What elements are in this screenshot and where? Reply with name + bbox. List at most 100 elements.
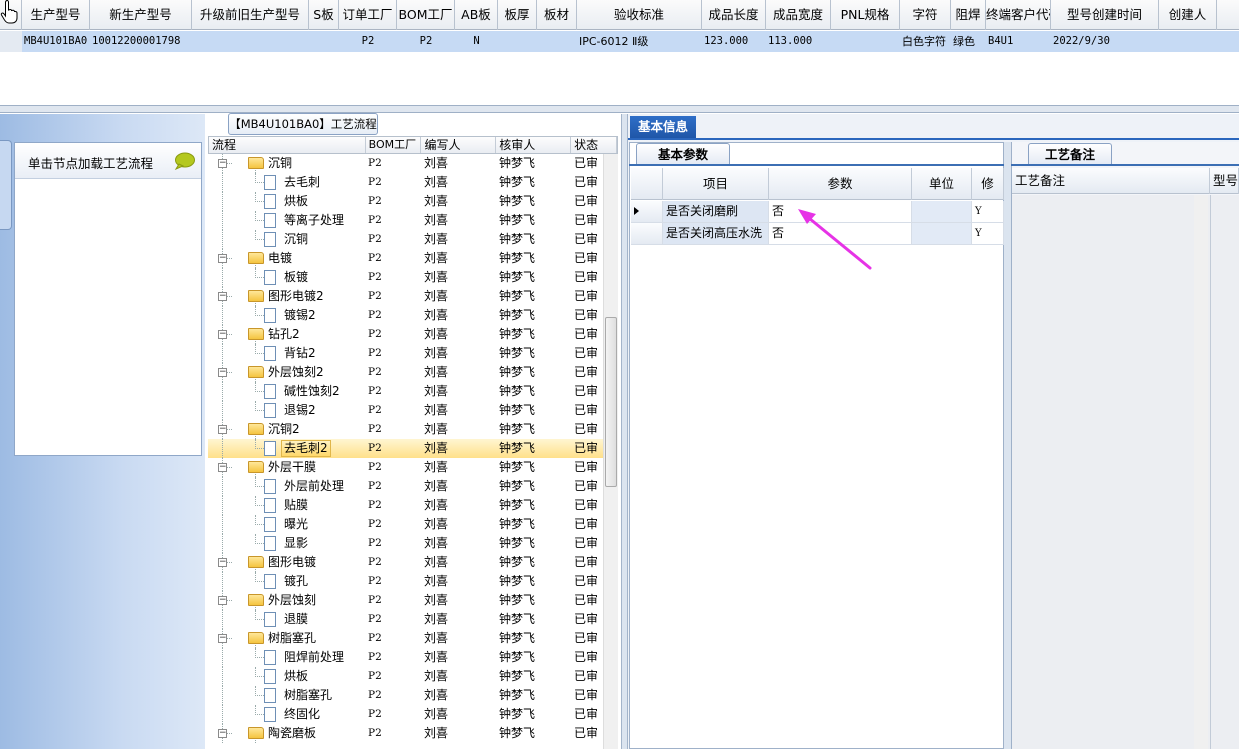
tree-node-cell[interactable]: − 图形电镀2: [208, 287, 365, 306]
horizontal-splitter[interactable]: [0, 105, 1239, 113]
tree-step-row[interactable]: 贴膜 P2 刘喜 钟梦飞 已审: [208, 496, 603, 515]
params-splitter[interactable]: [1004, 142, 1011, 749]
notes-grid-body[interactable]: [1012, 195, 1210, 749]
column-header[interactable]: 阻焊: [951, 0, 986, 30]
tree-node-label[interactable]: 树脂塞孔: [265, 630, 319, 647]
tree-node-label[interactable]: 镀孔: [281, 573, 311, 590]
tree-node-cell[interactable]: 镀孔: [208, 572, 365, 591]
notes-column-header[interactable]: 工艺备注: [1012, 168, 1210, 194]
tree-node-cell[interactable]: − 树脂塞孔: [208, 629, 365, 648]
tree-node-label[interactable]: 沉铜2: [265, 421, 303, 438]
tree-step-row[interactable]: 烘板 P2 刘喜 钟梦飞 已审: [208, 192, 603, 211]
expand-toggle-icon[interactable]: −: [218, 558, 227, 567]
tree-folder-row[interactable]: − 外层干膜 P2 刘喜 钟梦飞 已审: [208, 458, 603, 477]
params-column-header[interactable]: 项目: [663, 168, 769, 200]
flow-column-header[interactable]: 状态: [571, 137, 617, 153]
tree-folder-row[interactable]: − 图形电镀 P2 刘喜 钟梦飞 已审: [208, 553, 603, 572]
flow-tree-scroll-thumb[interactable]: [605, 317, 617, 487]
tree-step-row[interactable]: 退膜 P2 刘喜 钟梦飞 已审: [208, 610, 603, 629]
expand-toggle-icon[interactable]: −: [218, 634, 227, 643]
column-header[interactable]: 型号创建时间: [1051, 0, 1159, 30]
tree-node-cell[interactable]: 去毛刺: [208, 173, 365, 192]
grid-cell[interactable]: 绿色: [951, 31, 986, 52]
tree-node-label[interactable]: 外层前处理: [281, 478, 347, 495]
tree-node-label[interactable]: 板镀: [281, 269, 311, 286]
grid-cell[interactable]: [498, 31, 537, 52]
tree-node-cell[interactable]: − 沉铜2: [208, 420, 365, 439]
tree-folder-row[interactable]: − 外层蚀刻 P2 刘喜 钟梦飞 已审: [208, 591, 603, 610]
column-header[interactable]: 订单工厂: [339, 0, 397, 30]
column-header[interactable]: 板厚: [498, 0, 537, 30]
tree-node-label[interactable]: 阻焊前处理: [281, 649, 347, 666]
tree-node-cell[interactable]: 曝光: [208, 515, 365, 534]
tree-node-cell[interactable]: − 沉铜: [208, 154, 365, 173]
column-header[interactable]: BOM工厂: [397, 0, 455, 30]
tree-node-label[interactable]: 外层蚀刻2: [265, 364, 327, 381]
column-header[interactable]: 生产型号: [22, 0, 90, 30]
tree-node-cell[interactable]: − 图形电镀: [208, 553, 365, 572]
tree-node-cell[interactable]: − 电镀: [208, 249, 365, 268]
tree-node-label[interactable]: 沉铜: [265, 155, 295, 172]
grid-cell[interactable]: B4U1: [986, 31, 1051, 52]
tree-node-label[interactable]: 外层蚀刻: [265, 592, 319, 609]
expand-toggle-icon[interactable]: −: [218, 729, 227, 738]
tree-step-row[interactable]: 板镀 P2 刘喜 钟梦飞 已审: [208, 268, 603, 287]
notes-scrollbar[interactable]: [1194, 195, 1208, 749]
left-collapse-tab[interactable]: [0, 140, 12, 230]
column-header[interactable]: 升级前旧生产型号: [192, 0, 309, 30]
flow-column-header[interactable]: BOM工厂: [366, 137, 422, 153]
tree-node-label[interactable]: 退锡2: [281, 402, 319, 419]
tree-node-label[interactable]: 退膜: [281, 611, 311, 628]
tree-step-row[interactable]: 沉铜 P2 刘喜 钟梦飞 已审: [208, 230, 603, 249]
tree-node-cell[interactable]: 退膜: [208, 610, 365, 629]
tree-folder-row[interactable]: − 电镀 P2 刘喜 钟梦飞 已审: [208, 249, 603, 268]
flow-column-header[interactable]: 核审人: [496, 137, 572, 153]
tree-node-cell[interactable]: 终固化: [208, 705, 365, 724]
tree-node-cell[interactable]: 碱性蚀刻2: [208, 382, 365, 401]
tree-node-cell[interactable]: − 陶瓷磨板: [208, 724, 365, 743]
tree-node-label[interactable]: 陶瓷磨板: [265, 725, 319, 742]
params-column-header[interactable]: 修: [972, 168, 1004, 200]
expand-toggle-icon[interactable]: −: [218, 596, 227, 605]
params-column-header[interactable]: 参数: [769, 168, 912, 200]
tree-node-cell[interactable]: − 外层蚀刻2: [208, 363, 365, 382]
param-unit-cell[interactable]: [912, 201, 972, 222]
tree-node-cell[interactable]: 阻焊前处理: [208, 648, 365, 667]
tree-step-row[interactable]: 等离子处理 P2 刘喜 钟梦飞 已审: [208, 211, 603, 230]
tree-node-cell[interactable]: 树脂塞孔: [208, 686, 365, 705]
tree-step-row[interactable]: 去毛刺 P2 刘喜 钟梦飞 已审: [208, 173, 603, 192]
grid-cell[interactable]: P2: [339, 31, 397, 52]
expand-toggle-icon[interactable]: −: [218, 254, 227, 263]
tree-node-cell[interactable]: 等离子处理: [208, 211, 365, 230]
tree-step-row[interactable]: 碱性蚀刻2 P2 刘喜 钟梦飞 已审: [208, 382, 603, 401]
tree-folder-row[interactable]: − 外层蚀刻2 P2 刘喜 钟梦飞 已审: [208, 363, 603, 382]
grid-cell[interactable]: 白色字符: [900, 31, 951, 52]
product-grid-row[interactable]: MB4U101BA0 10012200001798 P2 P2 N IPC-6012 Ⅱ级…: [0, 31, 1239, 52]
tree-node-label[interactable]: 烘板: [281, 668, 311, 685]
tree-step-row[interactable]: 烘板 P2 刘喜 钟梦飞 已审: [208, 667, 603, 686]
column-header[interactable]: 成品长度: [702, 0, 766, 30]
column-header[interactable]: 验收标准: [577, 0, 702, 30]
tree-step-row[interactable]: 树脂塞孔 P2 刘喜 钟梦飞 已审: [208, 686, 603, 705]
expand-toggle-icon[interactable]: −: [218, 425, 227, 434]
tree-step-row[interactable]: 终固化 P2 刘喜 钟梦飞 已审: [208, 705, 603, 724]
tree-step-row[interactable]: 去毛刺2 P2 刘喜 钟梦飞 已审: [208, 439, 603, 458]
grid-cell[interactable]: [1159, 31, 1217, 52]
flow-tree-scrollbar[interactable]: [603, 154, 618, 749]
grid-cell[interactable]: P2: [397, 31, 455, 52]
tree-node-label[interactable]: 树脂塞孔: [281, 687, 335, 704]
grid-cell[interactable]: IPC-6012 Ⅱ级: [577, 31, 702, 52]
tree-node-label[interactable]: 碱性蚀刻2: [281, 383, 343, 400]
tab-basic-info[interactable]: 基本信息: [630, 116, 696, 138]
tree-node-label[interactable]: 烘板: [281, 193, 311, 210]
flow-column-header[interactable]: 编写人: [421, 137, 497, 153]
tree-node-cell[interactable]: 烘板: [208, 192, 365, 211]
tree-node-cell[interactable]: − 外层干膜: [208, 458, 365, 477]
tree-step-row[interactable]: 背钻2 P2 刘喜 钟梦飞 已审: [208, 344, 603, 363]
tree-node-label[interactable]: 图形电镀2: [265, 288, 327, 305]
column-header[interactable]: 成品宽度: [766, 0, 831, 30]
grid-cell[interactable]: 123.000: [702, 31, 766, 52]
tree-node-cell[interactable]: 背钻2: [208, 344, 365, 363]
tree-node-label[interactable]: 背钻2: [281, 345, 319, 362]
param-unit-cell[interactable]: [912, 223, 972, 244]
